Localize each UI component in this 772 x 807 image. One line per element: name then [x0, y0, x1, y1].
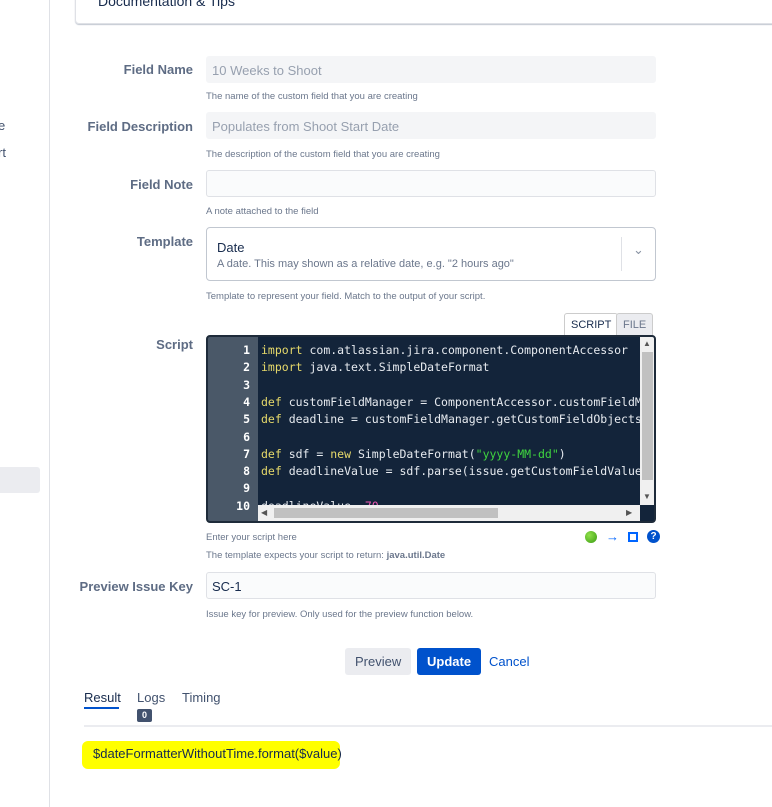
code-line: def deadline = customFieldManager.getCus…: [261, 412, 642, 426]
script-editor[interactable]: 1 2 3 4 5 6 7 8 9 10 import com.atlassian.jira.co…: [206, 335, 656, 523]
line-number: 2: [243, 360, 250, 375]
line-number: 3: [243, 377, 250, 392]
field-description-input[interactable]: Populates from Shoot Start Date: [206, 112, 656, 139]
tabs-divider: [84, 725, 772, 727]
update-button[interactable]: Update: [417, 648, 482, 675]
template-label: Template: [136, 234, 193, 249]
select-divider: [621, 237, 622, 271]
code-line: def customFieldManager = ComponentAccess…: [261, 395, 642, 409]
sidebar-item[interactable]: e: [0, 118, 5, 133]
sidebar-item-selected[interactable]: [0, 467, 40, 493]
code-token: def: [261, 446, 282, 461]
line-number: 10: [236, 498, 250, 513]
line-gutter: 1 2 3 4 5 6 7 8 9 10: [208, 337, 258, 521]
chevron-down-icon[interactable]: ⌄: [633, 242, 644, 258]
code-token: ): [558, 446, 566, 461]
code-token: def: [261, 412, 282, 427]
preview-button[interactable]: Preview: [345, 648, 412, 675]
code-token: customFieldManager = ComponentAccessor.c…: [281, 394, 642, 409]
line-number: 8: [243, 464, 250, 479]
field-note-input[interactable]: [206, 170, 656, 197]
line-number: 4: [243, 394, 250, 409]
help-icon[interactable]: ?: [647, 530, 660, 543]
documentation-title: Documentation & Tips: [98, 0, 235, 9]
field-name-help: The name of the custom field that you ar…: [206, 91, 418, 102]
script-toolbar: → ?: [585, 529, 660, 544]
sidebar-item[interactable]: rt: [0, 145, 6, 160]
return-type: java.util.Date: [386, 550, 446, 561]
sidebar-divider: [49, 0, 50, 807]
field-name-input[interactable]: 10 Weeks to Shoot: [206, 56, 656, 83]
horizontal-scrollbar[interactable]: ◀ ▶: [258, 505, 640, 521]
cancel-button[interactable]: Cancel: [479, 648, 539, 675]
tab-file[interactable]: FILE: [616, 313, 654, 336]
tab-result[interactable]: Result: [84, 690, 121, 705]
return-prefix: The template expects your script to retu…: [206, 550, 387, 561]
template-value: Date: [217, 240, 245, 255]
template-description: A date. This may shown as a relative dat…: [217, 258, 514, 270]
result-output: $dateFormatterWithoutTime.format($value): [93, 746, 342, 761]
preview-key-input[interactable]: SC-1: [206, 572, 656, 599]
preview-key-label: Preview Issue Key: [79, 579, 193, 594]
code-line: import java.text.SimpleDateFormat: [261, 360, 489, 374]
documentation-card[interactable]: Documentation & Tips: [75, 0, 772, 24]
code-token: deadline = customFieldManager.getCustomF…: [281, 412, 642, 427]
code-line: def sdf = new SimpleDateFormat("yyyy-MM-…: [261, 447, 566, 461]
code-token: com.atlassian.jira.component.ComponentAc…: [302, 343, 628, 357]
code-line: def deadlineValue = sdf.parse(issue.getC…: [261, 464, 642, 478]
scroll-left-icon[interactable]: ◀: [261, 508, 267, 517]
field-note-help: A note attached to the field: [206, 206, 319, 217]
code-token: def: [261, 394, 282, 409]
scroll-up-icon[interactable]: ▲: [643, 339, 651, 348]
line-number: 7: [243, 446, 250, 461]
tab-timing[interactable]: Timing: [182, 690, 221, 705]
arrow-right-icon[interactable]: →: [606, 529, 619, 544]
code-token: new: [330, 446, 352, 461]
code-token: sdf =: [281, 446, 331, 461]
line-number: 9: [243, 481, 250, 496]
scroll-down-icon[interactable]: ▼: [643, 492, 651, 501]
field-name-label: Field Name: [123, 62, 193, 77]
fullscreen-icon[interactable]: [628, 531, 638, 542]
logs-count-badge: 0: [137, 709, 152, 722]
code-token: java.text.SimpleDateFormat: [302, 360, 490, 375]
scroll-right-icon[interactable]: ▶: [626, 508, 632, 517]
code-token: SimpleDateFormat(: [351, 446, 476, 461]
field-description-label: Field Description: [87, 119, 193, 134]
vertical-scrollbar[interactable]: ▲ ▼: [640, 337, 654, 505]
field-description-help: The description of the custom field that…: [206, 149, 440, 160]
field-note-label: Field Note: [130, 177, 193, 192]
code-token: import: [261, 343, 303, 357]
code-line: import com.atlassian.jira.component.Comp…: [261, 343, 628, 357]
script-help: Enter your script here: [206, 532, 297, 543]
template-help: Template to represent your field. Match …: [206, 291, 486, 302]
scroll-thumb[interactable]: [274, 508, 498, 518]
code-token: deadlineValue = sdf.parse(issue.getCusto…: [281, 464, 642, 479]
script-return-help: The template expects your script to retu…: [206, 550, 445, 561]
preview-key-help: Issue key for preview. Only used for the…: [206, 609, 474, 620]
script-label: Script: [156, 337, 193, 352]
tab-script[interactable]: SCRIPT: [564, 313, 619, 336]
code-token: "yyyy-MM-dd": [475, 446, 559, 461]
active-tab-indicator: [84, 707, 119, 709]
status-ok-icon: [585, 530, 597, 543]
line-number: 6: [243, 429, 250, 444]
code-token: import: [261, 360, 303, 375]
tab-logs[interactable]: Logs: [137, 690, 165, 705]
line-number: 1: [243, 343, 250, 357]
scroll-thumb[interactable]: [642, 352, 653, 480]
line-number: 5: [243, 412, 250, 427]
code-token: def: [261, 464, 282, 479]
template-select[interactable]: Date A date. This may shown as a relativ…: [206, 227, 656, 281]
